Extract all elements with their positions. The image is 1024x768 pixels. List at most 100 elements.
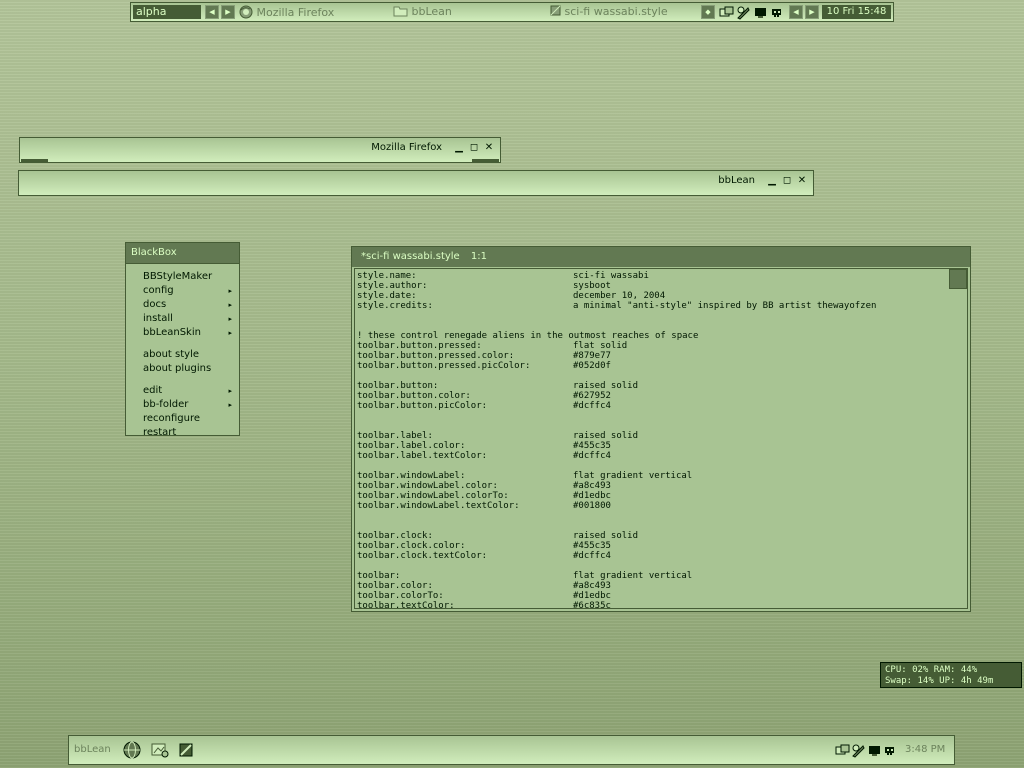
editor-line-text: ! these control renegade aliens in the o… bbox=[357, 331, 699, 341]
task-style-label: sci-fi wassabi.style bbox=[564, 5, 668, 18]
network-icon[interactable] bbox=[835, 743, 850, 758]
style-value: a minimal "anti-style" inspired by BB ar… bbox=[573, 301, 877, 311]
menu-item-restart[interactable]: restart bbox=[143, 426, 235, 440]
editor-line: toolbar.windowLabel.colorTo: #d1edbc bbox=[357, 491, 876, 501]
minimize-icon[interactable]: ▁ bbox=[454, 143, 464, 153]
task-firefox[interactable]: Mozilla Firefox bbox=[239, 5, 334, 19]
style-value: #052d0f bbox=[573, 361, 611, 371]
style-value: #dcffc4 bbox=[573, 551, 611, 561]
style-key: toolbar: bbox=[357, 571, 401, 581]
style-value: flat gradient vertical bbox=[573, 571, 693, 581]
close-icon[interactable]: ✕ bbox=[484, 143, 494, 153]
minimize-icon[interactable]: ▁ bbox=[767, 176, 777, 186]
image-viewer-icon[interactable] bbox=[151, 742, 169, 758]
network-icon[interactable] bbox=[719, 5, 734, 20]
editor-line: style.credits: a minimal "anti-style" ins… bbox=[357, 301, 876, 311]
editor-line: toolbar.colorTo: #d1edbc bbox=[357, 591, 876, 601]
window-grip-left[interactable] bbox=[21, 159, 48, 162]
editor-titlebar[interactable]: *sci-fi wassabi.style 1:1 bbox=[352, 247, 970, 267]
alien-icon[interactable] bbox=[769, 5, 784, 20]
menu-item-label: restart bbox=[143, 427, 177, 438]
editor-title: *sci-fi wassabi.style bbox=[361, 251, 460, 262]
editor-line: toolbar.label.color: #455c35 bbox=[357, 441, 876, 451]
workspace-next-button[interactable]: ▶ bbox=[221, 5, 235, 19]
style-value: flat gradient vertical bbox=[573, 471, 693, 481]
pen-tool-icon[interactable] bbox=[736, 5, 751, 20]
editor-line: toolbar.clock.textColor: #dcffc4 bbox=[357, 551, 876, 561]
editor-line: toolbar.windowLabel.textColor: #001800 bbox=[357, 501, 876, 511]
menu-item-install[interactable]: install ▸ bbox=[143, 312, 235, 326]
document-icon bbox=[550, 5, 561, 16]
toolbar-clock: 10 Fri 15:48 bbox=[822, 5, 891, 19]
menu-title: BlackBox bbox=[126, 243, 239, 264]
pen-tool-icon[interactable] bbox=[851, 743, 866, 758]
menu-item-reconfigure[interactable]: reconfigure bbox=[143, 412, 235, 426]
firefox-icon bbox=[239, 5, 253, 19]
task-bblean[interactable]: bbLean bbox=[393, 5, 452, 19]
menu-item-config[interactable]: config ▸ bbox=[143, 284, 235, 298]
style-key: toolbar.button.pressed.picColor: bbox=[357, 361, 531, 371]
style-key: toolbar.button.pressed.color: bbox=[357, 351, 515, 361]
menu-item-bbleanskin[interactable]: bbLeanSkin ▸ bbox=[143, 326, 235, 340]
sysmon-swap-uptime: Swap: 14% UP: 4h 49m bbox=[885, 676, 994, 686]
close-icon[interactable]: ✕ bbox=[797, 176, 807, 186]
globe-icon[interactable] bbox=[123, 741, 141, 759]
style-value: #d1edbc bbox=[573, 491, 611, 501]
task-style[interactable]: sci-fi wassabi.style bbox=[550, 5, 668, 19]
menu-item-label: bb-folder bbox=[143, 399, 189, 410]
editor-line: toolbar.textColor: #6c835c bbox=[357, 601, 876, 608]
monitor-icon[interactable] bbox=[867, 743, 882, 758]
alien-icon[interactable] bbox=[882, 743, 897, 758]
editor-line: toolbar.button.color: #627952 bbox=[357, 391, 876, 401]
monitor-icon[interactable] bbox=[753, 5, 768, 20]
menu-item-about-plugins[interactable]: about plugins bbox=[143, 362, 235, 376]
style-key: toolbar.button.color: bbox=[357, 391, 471, 401]
scrollbar-thumb[interactable] bbox=[949, 269, 967, 289]
editor-line: toolbar.label.textColor: #dcffc4 bbox=[357, 451, 876, 461]
menu-item-edit[interactable]: edit ▸ bbox=[143, 384, 235, 398]
style-value: #dcffc4 bbox=[573, 401, 611, 411]
style-key: toolbar.button.pressed: bbox=[357, 341, 482, 351]
style-key: style.name: bbox=[357, 271, 417, 281]
style-key: toolbar.colorTo: bbox=[357, 591, 444, 601]
menu-item-bbstylemaker[interactable]: BBStyleMaker bbox=[143, 270, 235, 284]
menu-item-docs[interactable]: docs ▸ bbox=[143, 298, 235, 312]
submenu-arrow-icon: ▸ bbox=[228, 287, 232, 295]
menu-item-label: BBStyleMaker bbox=[143, 271, 213, 282]
style-key: toolbar.label.color: bbox=[357, 441, 466, 451]
editor-line: toolbar: flat gradient vertical bbox=[357, 571, 876, 581]
window-prev-button[interactable]: ◀ bbox=[789, 5, 803, 19]
editor-line: toolbar.windowLabel: flat gradient vertic… bbox=[357, 471, 876, 481]
maximize-icon[interactable]: ◻ bbox=[782, 176, 792, 186]
bblean-window[interactable]: bbLean ▁ ◻ ✕ bbox=[18, 170, 814, 196]
editor-window: *sci-fi wassabi.style 1:1 style.name: sci… bbox=[351, 246, 971, 612]
menu-item-label: bbLeanSkin bbox=[143, 327, 201, 338]
window-grip-right[interactable] bbox=[472, 159, 499, 162]
maximize-icon[interactable]: ◻ bbox=[469, 143, 479, 153]
editor-line: toolbar.clock.color: #455c35 bbox=[357, 541, 876, 551]
firefox-window[interactable]: Mozilla Firefox ▁ ◻ ✕ bbox=[19, 137, 501, 163]
workspace-prev-button[interactable]: ◀ bbox=[205, 5, 219, 19]
system-monitor: CPU: 02% RAM: 44% Swap: 14% UP: 4h 49m bbox=[880, 662, 1022, 688]
menu-item-about-style[interactable]: about style bbox=[143, 348, 235, 362]
window-next-button[interactable]: ▶ bbox=[805, 5, 819, 19]
workspace-label[interactable]: alpha bbox=[133, 5, 201, 19]
style-value: #dcffc4 bbox=[573, 451, 611, 461]
menu-item-bb-folder[interactable]: bb-folder ▸ bbox=[143, 398, 235, 412]
editor-line: toolbar.windowLabel.color: #a8c493 bbox=[357, 481, 876, 491]
bblean-window-title: bbLean bbox=[718, 175, 755, 186]
tray-toggle-button[interactable]: ◆ bbox=[701, 5, 715, 19]
menu-item-label: config bbox=[143, 285, 174, 296]
style-key: toolbar.windowLabel.color: bbox=[357, 481, 498, 491]
bottom-toolbar: bbLean 3:48 PM bbox=[68, 735, 955, 765]
editor-text-area[interactable]: style.name: sci-fi wassabi style.author: sy… bbox=[354, 268, 968, 609]
style-value: #879e77 bbox=[573, 351, 611, 361]
document-icon[interactable] bbox=[179, 743, 193, 757]
style-key: toolbar.windowLabel.colorTo: bbox=[357, 491, 509, 501]
style-value: #d1edbc bbox=[573, 591, 611, 601]
style-value: raised solid bbox=[573, 381, 639, 391]
